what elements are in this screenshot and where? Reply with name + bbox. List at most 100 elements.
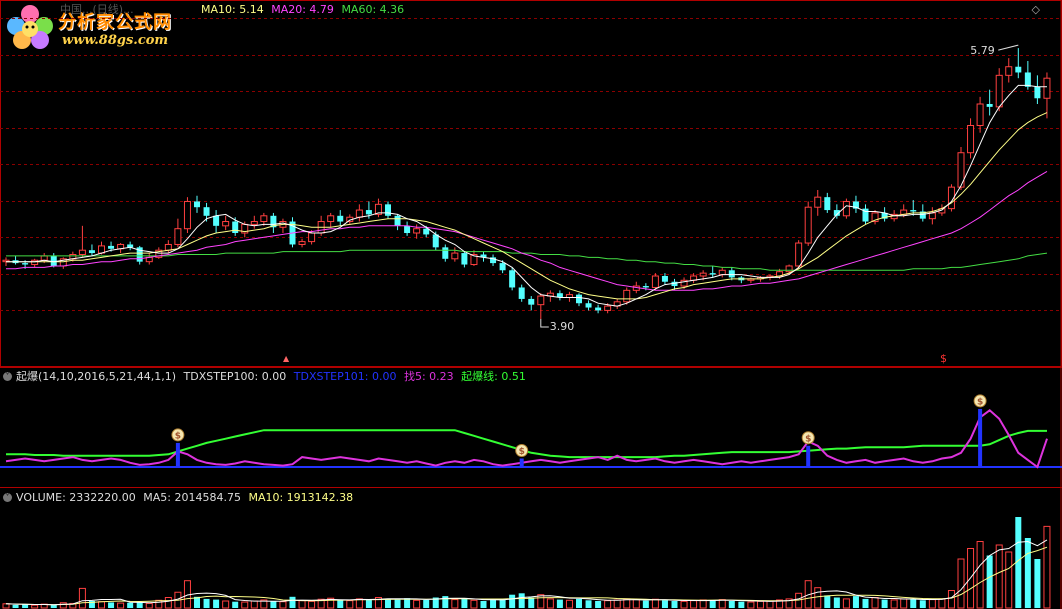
volume-bar-up (546, 598, 554, 609)
legend-volume: VOLUME: 2332220.00 (16, 491, 136, 504)
candle-up (222, 221, 230, 227)
volume-bar-down (919, 600, 926, 608)
volume-bar-up (537, 594, 545, 609)
volume-bar-down (270, 601, 277, 608)
low-price-label: 3.90 (549, 320, 575, 333)
legend-vol-ma5: MA5: 2014584.75 (143, 491, 241, 504)
candle-down (213, 215, 220, 226)
candle-down (986, 104, 993, 107)
volume-bar-down (518, 593, 525, 608)
volume-bar-down (576, 598, 582, 608)
candle-up (795, 242, 803, 267)
volume-bar-down (824, 595, 831, 608)
volume-bar-up (747, 601, 755, 609)
volume-bar-up (308, 600, 316, 609)
volume-bar-up (1043, 525, 1051, 609)
volume-bar-up (795, 592, 803, 609)
volume-bar-down (385, 598, 391, 608)
volume-bar-up (1005, 551, 1013, 609)
main-faded-title: 中国...(日线)... (60, 3, 134, 16)
volume-bar-up (298, 600, 306, 609)
volume-bar-up (995, 544, 1003, 609)
volume-bar-up (632, 599, 640, 609)
candle-up (537, 295, 545, 306)
volume-bar-down (910, 599, 917, 608)
signal-spike (175, 442, 180, 467)
candle-up (327, 215, 335, 223)
candle-down (337, 215, 344, 222)
zhao5-line (5, 409, 1048, 469)
candle-up (699, 272, 707, 277)
candle-up (174, 228, 182, 245)
ma5-line (6, 84, 1047, 307)
volume-legend: VOLUME: 2332220.00 MA5: 2014584.75 MA10:… (16, 491, 357, 504)
signal-spike (978, 408, 983, 467)
volume-bar-up (756, 600, 764, 609)
expand-diamond-icon[interactable]: ◇ (1032, 3, 1040, 16)
money-bag-glyph: $ (805, 434, 811, 444)
candle-down (595, 307, 602, 311)
volume-bar-up (78, 587, 86, 609)
volume-collapse-icon[interactable]: ˅ (3, 493, 12, 502)
volume-bar-up (451, 599, 459, 609)
volume-bar-up (938, 598, 946, 609)
volume-bar-up (890, 599, 898, 609)
candle-up (604, 305, 612, 311)
candle-down (642, 286, 649, 288)
volume-bar-up (651, 598, 659, 609)
volume-bar-down (728, 601, 735, 608)
volume-bar-down (1034, 559, 1041, 608)
candle-up (164, 243, 172, 251)
candle-down (423, 228, 430, 235)
volume-bar-down (585, 600, 592, 608)
candle-up (78, 249, 86, 255)
volume-ma10-line (5, 546, 1048, 606)
legend-ma10: MA10: 5.14 (201, 3, 264, 16)
volume-bar-up (718, 599, 726, 609)
volume-bar-up (947, 590, 955, 609)
candle-down (910, 210, 917, 212)
candle-up (1005, 66, 1013, 76)
legend-ma20: MA20: 4.79 (271, 3, 334, 16)
volume-bar-down (499, 599, 506, 608)
candle-up (804, 206, 812, 244)
volume-bar-up (604, 600, 612, 609)
volume-bar-down (490, 599, 497, 608)
candle-up (785, 265, 793, 273)
main-ma-legend: MA10: 5.14 MA20: 4.79 MA60: 4.36 (201, 3, 408, 16)
candle-down (404, 225, 411, 233)
volume-bar-down (22, 604, 29, 608)
volume-bar-up (413, 599, 421, 609)
signal-arrow-icon: ▲ (283, 354, 290, 363)
volume-bar-down (556, 599, 563, 608)
volume-bar-down (709, 600, 716, 608)
volume-bar-down (595, 601, 602, 608)
candle-up (842, 200, 850, 217)
candle-up (1043, 77, 1051, 99)
volume-bar-up (279, 601, 287, 609)
candle-down (461, 253, 468, 265)
candle-up (623, 289, 631, 303)
volume-bar-down (661, 600, 668, 608)
volume-bar-up (900, 598, 908, 609)
candle-up (308, 232, 316, 243)
legend-zhao5: 找5: 0.23 (403, 370, 454, 383)
volume-bar-up (976, 541, 984, 609)
candle-up (413, 228, 421, 234)
candle-down (728, 270, 735, 278)
high-price-label: 5.79 (970, 44, 995, 58)
candle-down (203, 207, 210, 216)
candle-down (709, 273, 716, 275)
volume-bar-up (117, 602, 125, 609)
candle-down (528, 298, 535, 305)
indicator-collapse-icon[interactable]: ˅ (3, 372, 12, 381)
stock-chart-canvas[interactable]: $ $ $ $ (0, 0, 1062, 609)
legend-vol-ma10: MA10: 1913142.38 (248, 491, 354, 504)
volume-bar-down (108, 602, 115, 608)
volume-bar-up (680, 600, 688, 609)
volume-bar-down (642, 600, 649, 608)
volume-bar-up (98, 601, 105, 609)
volume-bar-down (852, 596, 859, 608)
volume-bar-down (881, 599, 888, 608)
volume-ma5-line (5, 539, 1048, 606)
